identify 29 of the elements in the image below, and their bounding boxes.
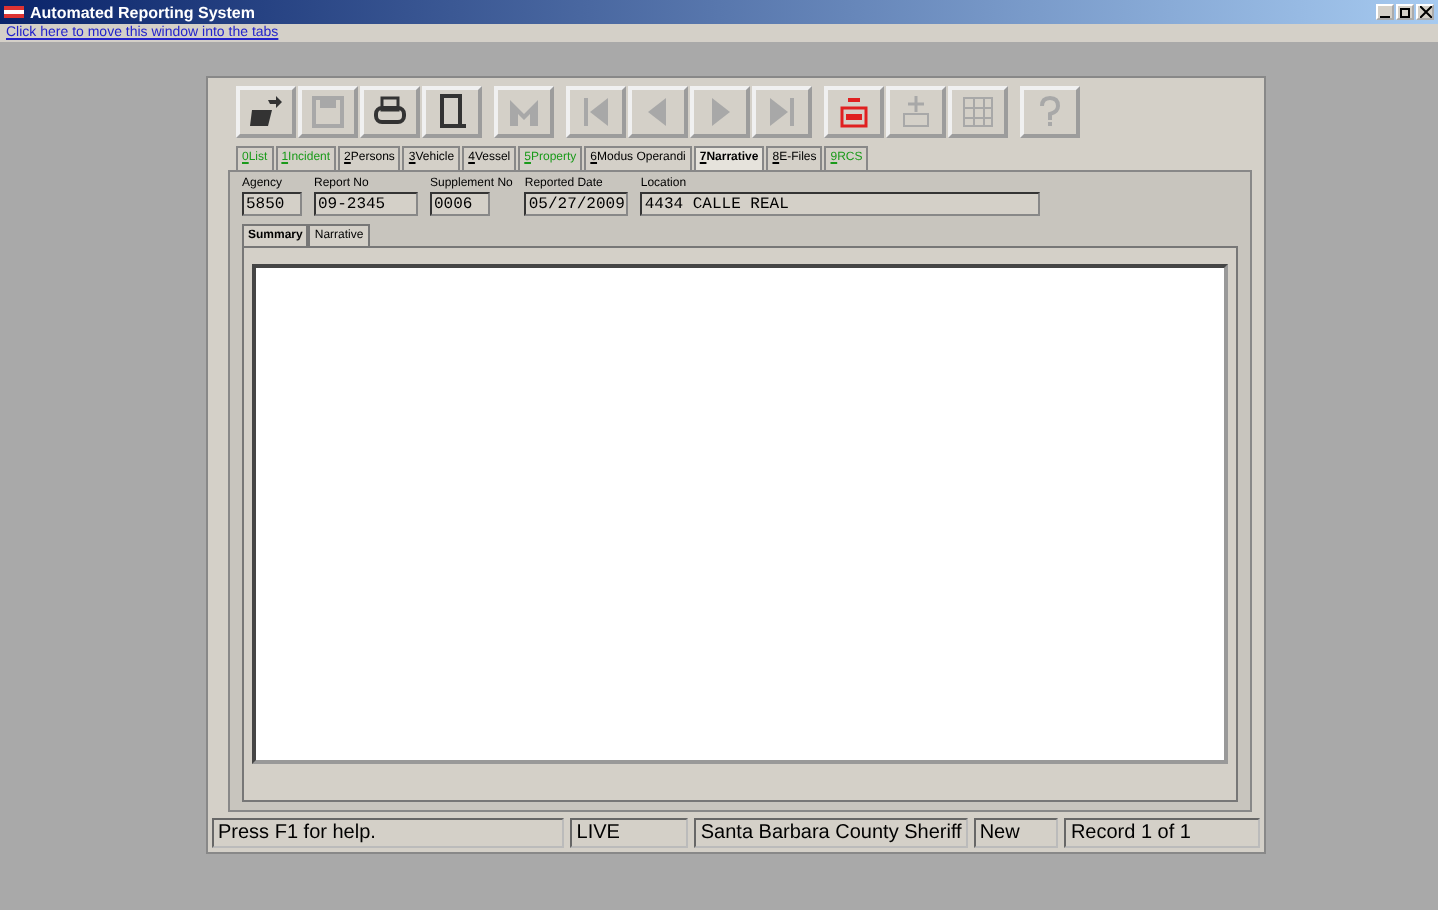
status-text: Press F1 for help. (212, 818, 565, 848)
door-icon (434, 94, 470, 130)
text-field[interactable]: 0006 (430, 192, 490, 216)
text-field[interactable]: 09-2345 (314, 192, 418, 216)
open-button[interactable] (236, 86, 296, 138)
status-text: Santa Barbara County Sheriff (694, 818, 968, 848)
status-text: Record 1 of 1 (1064, 818, 1260, 848)
restore-icon (1399, 6, 1411, 18)
printer-icon (372, 94, 408, 130)
window-title: Automated Reporting System (4, 3, 255, 21)
last-record-icon (764, 94, 800, 130)
folder-icon (248, 94, 284, 130)
grid-icon (960, 94, 996, 130)
restore-button[interactable] (1396, 4, 1414, 20)
first-record-icon (578, 94, 614, 130)
delete-button[interactable] (824, 86, 884, 138)
minimize-button[interactable] (1376, 4, 1394, 20)
status-text: New (973, 818, 1059, 848)
app-icon (4, 4, 24, 20)
door-button[interactable] (422, 86, 482, 138)
print-button[interactable] (360, 86, 420, 138)
status-text: LIVE (570, 818, 689, 848)
text-field[interactable]: 4434 CALLE REAL (640, 192, 1041, 216)
add-icon (898, 94, 934, 130)
text-field[interactable]: 05/27/2009 (524, 192, 629, 216)
text-field[interactable]: 5850 (242, 192, 302, 216)
close-icon (1419, 6, 1431, 18)
delete-icon (836, 94, 872, 130)
close-button[interactable] (1416, 4, 1434, 20)
